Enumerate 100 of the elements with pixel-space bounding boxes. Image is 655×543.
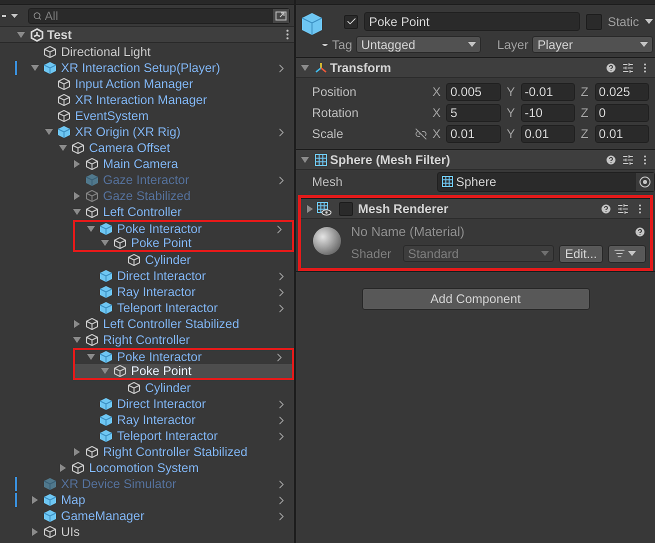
- number-field[interactable]: 5: [446, 104, 501, 122]
- hierarchy-row[interactable]: Map: [0, 492, 294, 508]
- target-icon[interactable]: [636, 172, 654, 190]
- object-field[interactable]: Sphere: [437, 172, 655, 192]
- object-name: XR Interaction Setup(Player): [61, 61, 222, 75]
- component-title: Transform: [330, 60, 392, 74]
- name-field[interactable]: Poke Point: [364, 12, 580, 31]
- add-component-button[interactable]: Add Component: [362, 288, 590, 310]
- number-field[interactable]: 0.025: [594, 82, 649, 100]
- hierarchy-row[interactable]: XR Interaction Setup(Player): [0, 60, 294, 76]
- hierarchy-row[interactable]: Camera Offset: [0, 140, 294, 156]
- expanded-arrow-icon[interactable]: [15, 30, 27, 40]
- expanded-arrow-icon[interactable]: [71, 335, 83, 345]
- search-icon: [33, 10, 42, 20]
- expanded-arrow-icon[interactable]: [99, 366, 111, 376]
- object-name: XR Origin (XR Rig): [75, 125, 182, 139]
- presets-icon[interactable]: [622, 154, 634, 166]
- prefab-cube-icon[interactable]: [300, 12, 328, 46]
- help-icon[interactable]: [600, 202, 612, 214]
- tag-label: Tag: [332, 38, 352, 52]
- checkbox[interactable]: [586, 14, 602, 30]
- object-name: Left Controller: [103, 205, 183, 219]
- hierarchy-row[interactable]: Cylinder: [0, 252, 294, 268]
- list-dropdown[interactable]: [608, 244, 646, 262]
- axis-label: X: [432, 126, 442, 140]
- expand-icon[interactable]: [273, 8, 289, 22]
- constrain-proportions-icon[interactable]: [415, 128, 428, 140]
- hierarchy-row[interactable]: Teleport Interactor: [0, 428, 294, 444]
- presets-icon[interactable]: [617, 202, 629, 214]
- component-title: Mesh Renderer: [358, 202, 450, 216]
- hierarchy-row[interactable]: Locomotion System: [0, 460, 294, 476]
- hierarchy-row[interactable]: Ray Interactor: [0, 284, 294, 300]
- object-name: Cylinder: [145, 381, 192, 395]
- layer-dropdown[interactable]: Player: [532, 36, 653, 53]
- grid-eye-icon: [316, 201, 332, 216]
- scene-name: Test: [47, 28, 73, 42]
- hierarchy-row[interactable]: GameManager: [0, 508, 294, 524]
- tag-dropdown[interactable]: Untagged: [356, 36, 482, 53]
- number-field[interactable]: 0: [594, 104, 649, 122]
- hierarchy-row[interactable]: Direct Interactor: [0, 396, 294, 412]
- hierarchy-row[interactable]: XR Interaction Manager: [0, 92, 294, 108]
- hierarchy-row[interactable]: Cylinder: [0, 380, 294, 396]
- axis-label: Z: [580, 106, 590, 120]
- property-label: Rotation: [312, 106, 360, 120]
- hierarchy-row[interactable]: Main Camera: [0, 156, 294, 172]
- expanded-arrow-icon[interactable]: [99, 238, 111, 248]
- edit-button[interactable]: Edit...: [559, 244, 603, 262]
- caret-down-icon[interactable]: [645, 19, 653, 24]
- help-icon[interactable]: [634, 226, 646, 238]
- object-name: Teleport Interactor: [117, 301, 219, 315]
- object-name: Direct Interactor: [117, 269, 207, 283]
- expanded-arrow-icon[interactable]: [85, 224, 97, 234]
- expanded-arrow-icon[interactable]: [43, 127, 55, 137]
- unity-scene-icon: [30, 28, 44, 42]
- hierarchy-row[interactable]: Poke Interactor: [75, 350, 292, 364]
- hierarchy-row[interactable]: Direct Interactor: [0, 268, 294, 284]
- checkbox[interactable]: [339, 202, 353, 216]
- checkbox[interactable]: [344, 14, 358, 28]
- search-field[interactable]: All: [28, 8, 290, 24]
- expanded-arrow-icon[interactable]: [29, 63, 41, 73]
- hierarchy-row[interactable]: Poke Point: [75, 364, 292, 378]
- hierarchy-row[interactable]: EventSystem: [0, 108, 294, 124]
- number-field[interactable]: -0.01: [520, 82, 575, 100]
- expanded-arrow-icon[interactable]: [299, 62, 311, 72]
- help-icon[interactable]: [605, 62, 617, 74]
- component-header[interactable]: Sphere (Mesh Filter): [296, 149, 655, 170]
- property-label: Scale: [312, 126, 344, 140]
- number-field[interactable]: 0.01: [446, 124, 501, 142]
- object-name: Poke Interactor: [117, 350, 203, 364]
- hierarchy-row[interactable]: Directional Light: [0, 44, 294, 60]
- hierarchy-row[interactable]: Ray Interactor: [0, 412, 294, 428]
- hierarchy-row[interactable]: UIs: [0, 524, 294, 540]
- axis-label: Y: [506, 84, 516, 98]
- search-input[interactable]: All: [44, 8, 270, 22]
- object-name: Poke Point: [131, 364, 192, 378]
- hierarchy-row[interactable]: XR Origin (XR Rig): [0, 124, 294, 140]
- hierarchy-row[interactable]: Poke Interactor: [75, 222, 292, 236]
- expanded-arrow-icon[interactable]: [85, 352, 97, 362]
- hierarchy-row[interactable]: Poke Point: [75, 236, 292, 250]
- hierarchy-row[interactable]: Right Controller: [0, 332, 294, 348]
- hierarchy-row[interactable]: Teleport Interactor: [0, 300, 294, 316]
- shader-label: Shader: [351, 246, 392, 260]
- expanded-arrow-icon[interactable]: [57, 143, 69, 153]
- expanded-arrow-icon[interactable]: [299, 154, 311, 164]
- object-name: UIs: [61, 525, 81, 539]
- number-field[interactable]: 0.01: [520, 124, 575, 142]
- component-header[interactable]: Transform: [296, 57, 655, 78]
- hierarchy-row[interactable]: Input Action Manager: [0, 76, 294, 92]
- number-field[interactable]: 0.01: [594, 124, 649, 142]
- hierarchy-row[interactable]: Right Controller Stabilized: [0, 444, 294, 460]
- presets-icon[interactable]: [622, 62, 634, 74]
- hierarchy-row[interactable]: Left Controller Stabilized: [0, 316, 294, 332]
- help-icon[interactable]: [605, 154, 617, 166]
- hierarchy-row[interactable]: Left Controller: [0, 204, 294, 220]
- property-label: Position: [312, 84, 358, 98]
- number-field[interactable]: 0.005: [446, 82, 501, 100]
- object-name: Gaze Stabilized: [103, 189, 192, 203]
- expanded-arrow-icon[interactable]: [71, 207, 83, 217]
- number-field[interactable]: -10: [520, 104, 575, 122]
- component-header[interactable]: Mesh Renderer: [301, 198, 650, 219]
